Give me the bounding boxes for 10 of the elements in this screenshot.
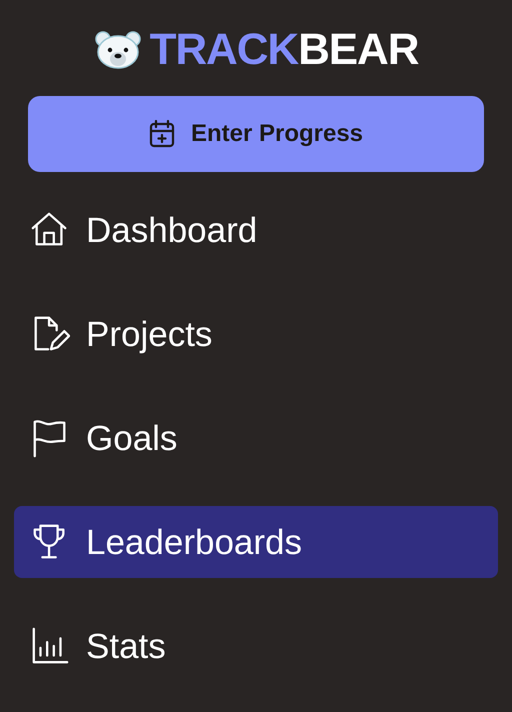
nav-item[interactable]: Stats: [14, 610, 498, 682]
nav-item[interactable]: Projects: [14, 298, 498, 370]
nav-item[interactable]: Dashboard: [14, 194, 498, 266]
calendar-plus-icon: [148, 120, 175, 148]
bar-chart-icon: [30, 626, 70, 666]
nav-item[interactable]: Leaderboards: [14, 506, 498, 578]
enter-progress-button[interactable]: Enter Progress: [28, 96, 484, 172]
logo-wordmark: TRACKBEAR: [150, 28, 418, 72]
nav-item[interactable]: Goals: [14, 402, 498, 474]
bear-logo-icon: [94, 30, 142, 70]
